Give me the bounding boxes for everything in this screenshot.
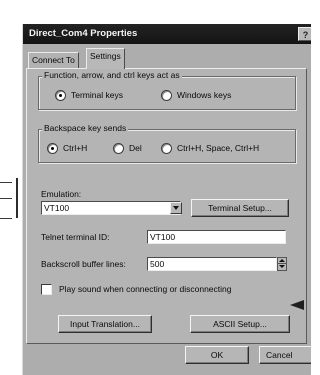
input-translation-button[interactable]: Input Translation... [58, 315, 152, 333]
edge-tick [0, 182, 12, 183]
edge-tick [0, 218, 12, 219]
ok-button[interactable]: OK [185, 346, 249, 364]
cancel-button[interactable]: Cancel [259, 346, 311, 364]
title-bar[interactable]: Direct_Com4 Properties ? [23, 24, 311, 44]
play-sound-label[interactable]: Play sound when connecting or disconnect… [59, 284, 231, 294]
del-radio[interactable] [113, 143, 124, 154]
backscroll-label: Backscroll buffer lines: [41, 259, 126, 269]
backscroll-spinner[interactable] [277, 257, 287, 271]
emulation-dropdown-arrow-icon[interactable] [170, 202, 182, 214]
terminal-setup-button[interactable]: Terminal Setup... [191, 199, 289, 217]
function-keys-legend: Function, arrow, and ctrl keys act as [42, 70, 182, 80]
backspace-legend: Backspace key sends [42, 123, 129, 133]
emulation-label: Emulation: [41, 189, 82, 199]
ctrl-h-space-radio[interactable] [161, 143, 172, 154]
ctrl-h-label[interactable]: Ctrl+H [63, 143, 87, 153]
telnet-id-value: VT100 [150, 232, 176, 242]
backscroll-value: 500 [150, 259, 165, 269]
properties-dialog: Direct_Com4 Properties ? Connect To Sett… [22, 24, 311, 375]
ctrl-h-radio[interactable] [47, 143, 58, 154]
windows-keys-label[interactable]: Windows keys [177, 90, 231, 100]
ctrl-h-space-label[interactable]: Ctrl+H, Space, Ctrl+H [177, 143, 259, 153]
windows-keys-radio[interactable] [161, 90, 172, 101]
terminal-keys-radio[interactable] [55, 90, 66, 101]
telnet-id-label: Telnet terminal ID: [41, 232, 110, 242]
telnet-id-input[interactable]: VT100 [147, 230, 286, 244]
tab-settings[interactable]: Settings [86, 48, 125, 69]
spin-down-icon[interactable] [278, 264, 286, 270]
ascii-setup-button[interactable]: ASCII Setup... [190, 315, 290, 333]
window-title: Direct_Com4 Properties [29, 28, 138, 39]
edge-line [16, 178, 18, 218]
emulation-value: VT100 [44, 203, 70, 213]
emulation-select[interactable]: VT100 [41, 201, 181, 215]
tab-connect-to[interactable]: Connect To [28, 52, 79, 68]
pointer-arrow-icon [290, 300, 304, 310]
terminal-keys-label[interactable]: Terminal keys [71, 90, 123, 100]
play-sound-checkbox[interactable] [41, 284, 52, 295]
backscroll-input[interactable]: 500 [147, 257, 277, 271]
help-button[interactable]: ? [298, 27, 311, 41]
edge-tick [0, 198, 12, 199]
del-label[interactable]: Del [129, 143, 142, 153]
settings-panel: Function, arrow, and ctrl keys act as Te… [26, 68, 307, 344]
